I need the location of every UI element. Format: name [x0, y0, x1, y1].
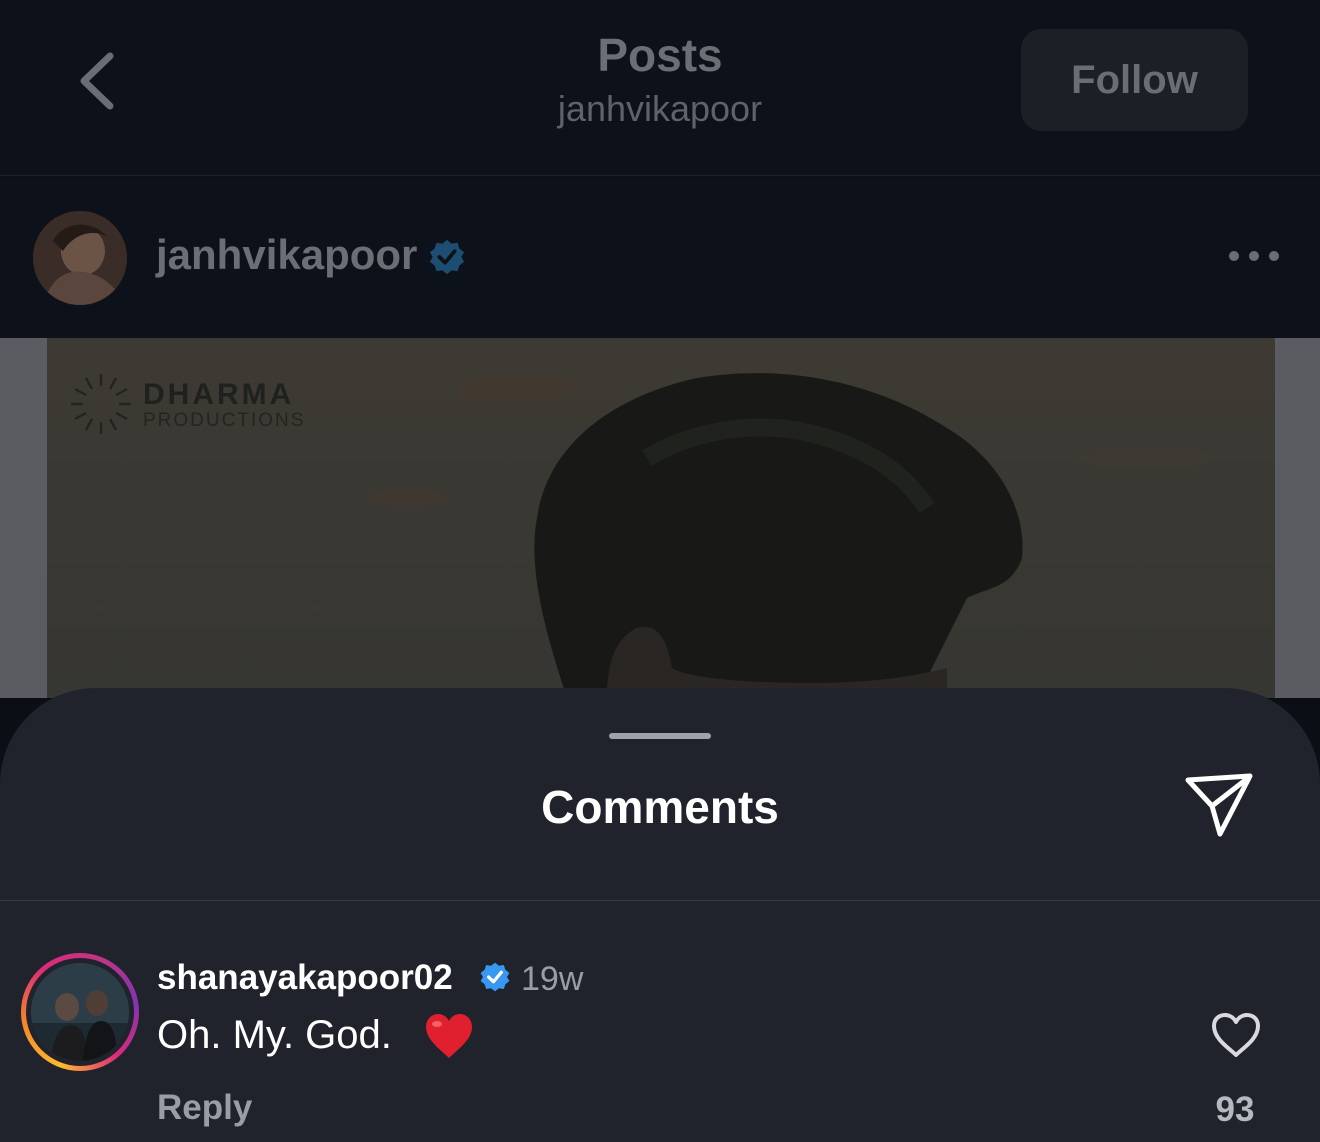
- commenter-avatar-image: [31, 963, 129, 1061]
- send-icon[interactable]: [1182, 770, 1256, 840]
- like-count: 93: [1215, 1090, 1255, 1129]
- sheet-drag-handle[interactable]: [609, 733, 711, 739]
- nav-divider: [0, 175, 1320, 176]
- more-options-icon[interactable]: [1228, 248, 1280, 264]
- verified-badge-icon: [429, 239, 465, 275]
- comment-text: Oh. My. God.: [157, 1013, 392, 1057]
- comments-sheet: Comments shanayakapoor02 19w Oh. My. God…: [0, 688, 1320, 1142]
- top-nav-bar: Posts janhvikapoor Follow: [0, 0, 1320, 176]
- heart-outline-icon[interactable]: [1210, 1011, 1262, 1059]
- reply-button[interactable]: Reply: [157, 1088, 252, 1128]
- sheet-divider: [0, 900, 1320, 901]
- post-image[interactable]: DHARMA PRODUCTIONS: [0, 338, 1320, 698]
- logo-sub-text: PRODUCTIONS: [143, 410, 306, 431]
- poster-artwork: DHARMA PRODUCTIONS: [47, 338, 1275, 698]
- logo-main-text: DHARMA: [143, 378, 295, 411]
- production-logo: DHARMA PRODUCTIONS: [143, 378, 305, 432]
- avatar-image: [33, 211, 127, 305]
- commenter-avatar[interactable]: [21, 953, 139, 1071]
- red-heart-emoji-icon: [426, 1014, 472, 1058]
- avatar[interactable]: [33, 211, 127, 305]
- follow-button[interactable]: Follow: [1021, 29, 1248, 131]
- comments-title: Comments: [541, 781, 779, 833]
- post-header: janhvikapoor: [0, 177, 1320, 338]
- verified-badge-icon: [480, 962, 510, 992]
- comment-timestamp: 19w: [521, 960, 584, 998]
- comment-username[interactable]: shanayakapoor02: [157, 958, 453, 998]
- post-username[interactable]: janhvikapoor: [156, 231, 417, 279]
